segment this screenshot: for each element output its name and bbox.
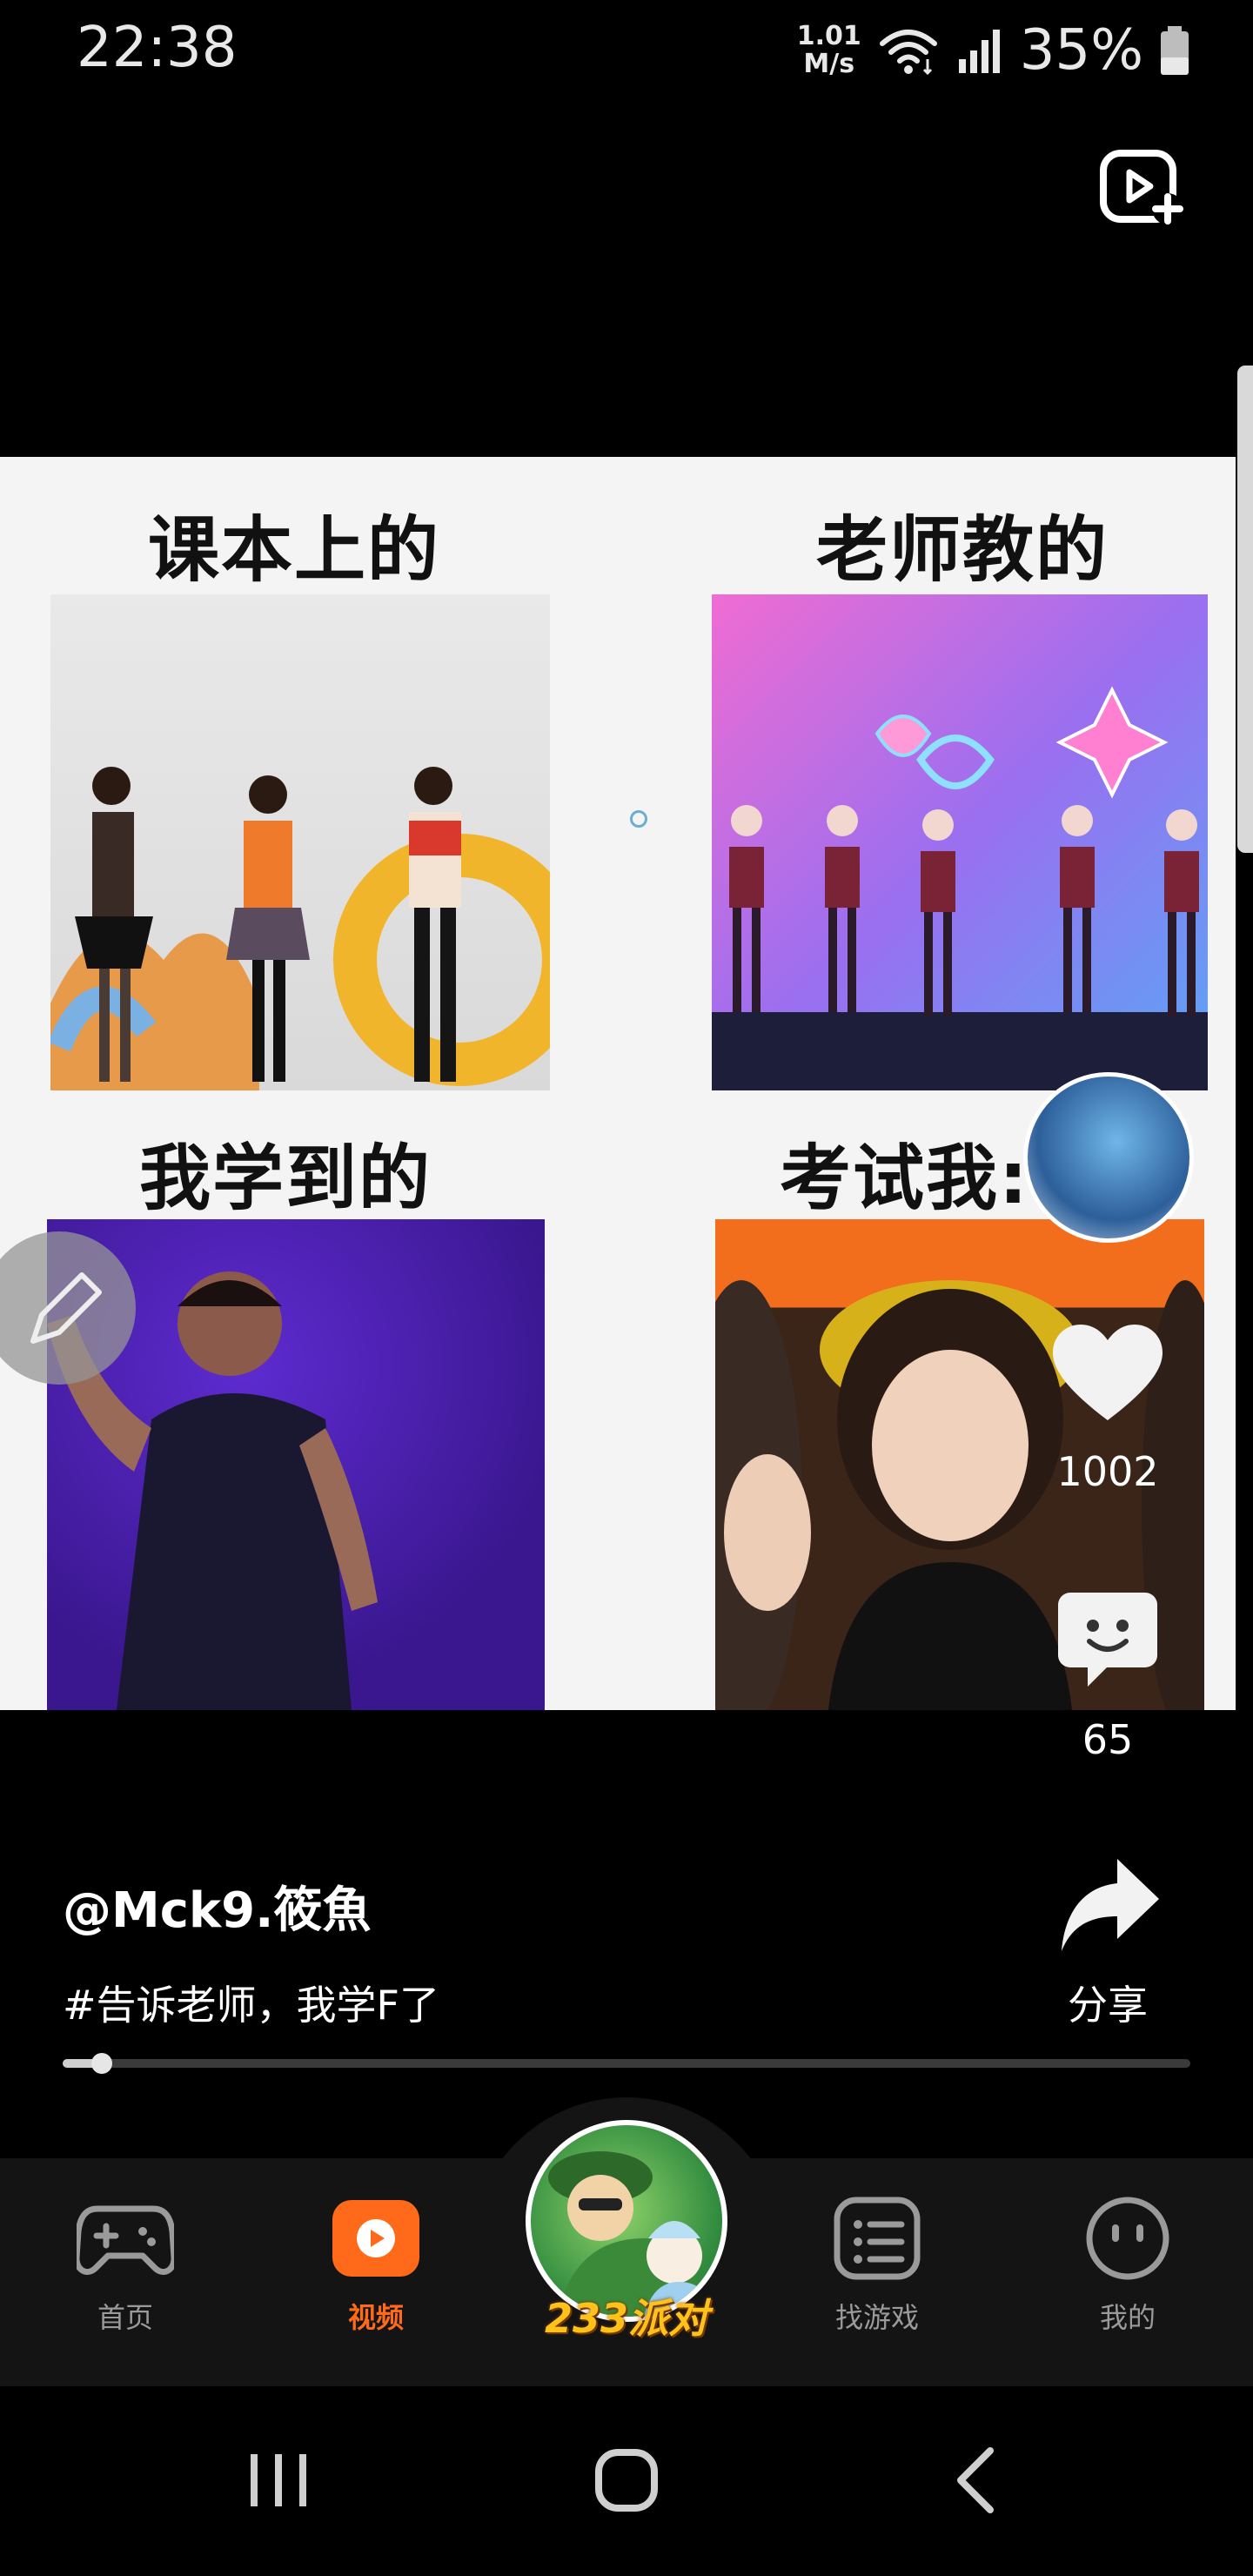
home-icon[interactable]: [583, 2437, 670, 2524]
signal-icon: [958, 30, 1000, 73]
video-add-icon[interactable]: [1098, 148, 1185, 228]
recent-apps-icon[interactable]: [235, 2437, 322, 2524]
author-avatar[interactable]: [1023, 1072, 1194, 1243]
comment-count: 65: [1082, 1716, 1134, 1763]
play-icon: [332, 2200, 419, 2277]
caption-4: 考试我:: [780, 1137, 1029, 1220]
edge-scroll-handle[interactable]: [1237, 366, 1253, 853]
video-progress-knob[interactable]: [91, 2053, 113, 2074]
tab-home-label: 首页: [97, 2301, 153, 2334]
video-player[interactable]: 课本上的 老师教的 我学到的 考试我:: [0, 457, 1236, 1710]
status-right: 1.01 M/s 35%: [797, 16, 1190, 85]
tab-home[interactable]: 首页: [47, 2197, 204, 2336]
center-game-label[interactable]: 233派对: [487, 2287, 766, 2345]
caption-2: 老师教的: [816, 509, 1109, 592]
share-icon[interactable]: [1060, 1857, 1161, 1953]
video-panel-teacher: [712, 594, 1208, 1090]
back-icon[interactable]: [935, 2437, 1022, 2524]
battery-percent: 35%: [1019, 18, 1143, 83]
tab-find-games[interactable]: 找游戏: [799, 2197, 955, 2336]
share-label[interactable]: 分享: [1009, 1974, 1206, 2031]
tab-video[interactable]: 视频: [298, 2197, 454, 2336]
comment-icon[interactable]: [1058, 1593, 1157, 1687]
tab-mine-label: 我的: [1099, 2301, 1156, 2334]
like-count: 1002: [1056, 1448, 1159, 1495]
pencil-icon: [30, 1272, 102, 1344]
video-description[interactable]: #告诉老师，我学F了: [63, 1974, 439, 2031]
tab-mine[interactable]: 我的: [1049, 2197, 1206, 2336]
wifi-icon: [879, 30, 937, 76]
caption-3: 我学到的: [139, 1137, 432, 1220]
caption-1: 课本上的: [148, 509, 441, 592]
tab-find-games-label: 找游戏: [834, 2301, 919, 2334]
network-speed: 1.01 M/s: [797, 23, 861, 78]
heart-icon[interactable]: [1053, 1325, 1163, 1426]
battery-icon: [1161, 26, 1189, 75]
video-progress-bar[interactable]: [63, 2053, 1190, 2074]
face-icon: [1086, 2197, 1169, 2280]
list-icon: [834, 2197, 921, 2280]
status-time: 22:38: [77, 16, 238, 80]
video-marker-dot: [630, 810, 647, 828]
status-bar: 22:38 1.01 M/s 35%: [0, 0, 1253, 96]
gamepad-icon: [73, 2205, 178, 2275]
tab-video-label: 视频: [347, 2301, 404, 2334]
floating-edit-button[interactable]: [0, 1231, 136, 1385]
network-speed-unit: M/s: [803, 49, 855, 79]
video-author[interactable]: @Mck9.筱魚: [63, 1871, 371, 1942]
video-panel-textbook: [50, 594, 550, 1090]
network-speed-value: 1.01: [796, 21, 861, 51]
